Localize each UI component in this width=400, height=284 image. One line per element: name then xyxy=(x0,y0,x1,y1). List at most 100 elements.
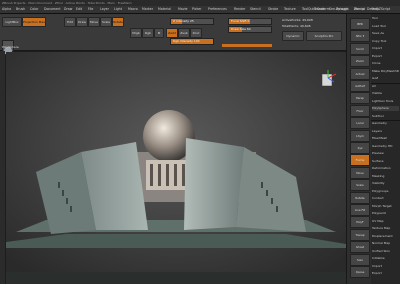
sculptris-pro-button[interactable]: Sculptris Pro xyxy=(306,31,342,41)
menu-item[interactable]: Material xyxy=(158,6,171,13)
shelf-button[interactable]: Solo xyxy=(350,253,370,266)
rgb-button[interactable]: Rgb xyxy=(142,28,154,38)
tray-item[interactable]: PolySphere xyxy=(372,106,399,111)
tray-item[interactable]: Visible xyxy=(372,91,399,96)
shelf-button[interactable]: Scale xyxy=(350,179,370,192)
shelf-button[interactable]: BPR xyxy=(350,18,370,30)
mrgb-button[interactable]: Mrgb xyxy=(130,28,142,38)
m-button[interactable]: M xyxy=(154,28,164,38)
menu-right-item[interactable]: See-through xyxy=(329,6,349,13)
tray-item[interactable]: Export xyxy=(372,54,399,59)
tray-item[interactable]: Masking xyxy=(372,174,399,179)
shelf-button[interactable]: Persp xyxy=(350,92,370,105)
menu-right-item[interactable]: Menus xyxy=(354,6,364,13)
zcut-button[interactable]: Zcut xyxy=(190,28,202,38)
z-intensity-slider[interactable]: Z Intensity 25 xyxy=(170,18,214,25)
tray-item[interactable]: Initialize xyxy=(372,256,399,261)
tray-item[interactable]: FiberMesh xyxy=(372,136,399,141)
tray-item[interactable]: Contact xyxy=(372,196,399,201)
rotate-button[interactable]: Rotate xyxy=(112,17,124,27)
tray-item[interactable]: Texture Map xyxy=(372,226,399,231)
shelf-button[interactable]: Xyz xyxy=(350,142,370,154)
tray-item[interactable]: Geometry HD xyxy=(372,144,399,149)
tray-item[interactable]: Make PolyMesh3D xyxy=(372,69,399,74)
shelf-button[interactable]: AAHalf xyxy=(350,80,370,92)
tray-item[interactable]: Copy Tool xyxy=(372,39,399,44)
focal-shift-slider[interactable]: Focal Shift 0 xyxy=(228,18,272,25)
menu-item[interactable]: Layer xyxy=(100,6,109,13)
tray-item[interactable]: Clone xyxy=(372,61,399,66)
navigation-gizmo[interactable] xyxy=(318,68,338,88)
shelf-button[interactable]: Transp xyxy=(350,228,370,241)
shelf-button[interactable]: Local xyxy=(350,117,370,130)
shelf-button[interactable]: Ghost xyxy=(350,241,370,254)
shelf-button[interactable]: LSym xyxy=(350,129,370,142)
shelf-button[interactable]: Xpose xyxy=(350,266,370,278)
menu-item[interactable]: Movie xyxy=(178,6,187,13)
menu-item[interactable]: Stroke xyxy=(268,6,278,13)
tray-item[interactable]: Deformation xyxy=(372,166,399,171)
tray-item[interactable]: UV Map xyxy=(372,219,399,224)
draw-button[interactable]: Draw xyxy=(76,17,88,27)
tray-item[interactable]: SubTool xyxy=(372,114,399,119)
projection-master-button[interactable]: Projection Master xyxy=(22,17,46,27)
shelf-button[interactable]: PolyF xyxy=(350,216,370,229)
tray-item[interactable]: GoZ xyxy=(372,76,399,81)
menu-item[interactable]: Edit xyxy=(76,6,82,13)
menu-item[interactable]: Texture xyxy=(284,6,296,13)
tray-item[interactable]: Preview xyxy=(372,151,399,156)
draw-size-slider[interactable]: Draw Size 64 xyxy=(228,26,272,33)
zsub-button[interactable]: Zsub xyxy=(178,28,190,38)
scale-button[interactable]: Scale xyxy=(100,17,112,27)
menu-item[interactable]: Document xyxy=(44,6,61,13)
tray-item[interactable]: Polypaint xyxy=(372,211,399,216)
shelf-button[interactable]: Move xyxy=(350,166,370,179)
tray-item[interactable]: Export xyxy=(372,271,399,276)
menu-item[interactable]: Preferences xyxy=(208,6,227,13)
dynamic-button[interactable]: Dynamic xyxy=(282,31,304,41)
tray-item[interactable]: Displacement xyxy=(372,234,399,239)
shelf-button[interactable]: Rotate xyxy=(350,191,370,204)
tray-item[interactable]: Lightbox Tools xyxy=(372,99,399,104)
shelf-button[interactable]: Scroll xyxy=(350,42,370,55)
tray-item[interactable]: Polygroups xyxy=(372,189,399,194)
menu-item[interactable]: Marker xyxy=(142,6,153,13)
menu-item[interactable]: Picker xyxy=(192,6,202,13)
menu-item[interactable]: File xyxy=(88,6,93,13)
menu-item[interactable]: Macro xyxy=(128,6,138,13)
tray-item[interactable]: Visibility xyxy=(372,181,399,186)
menu-item[interactable]: Stencil xyxy=(250,6,261,13)
menu-item[interactable]: Render xyxy=(234,6,245,13)
menu-item[interactable]: Brush xyxy=(16,6,25,13)
tray-item[interactable]: Normal Map xyxy=(372,241,399,246)
menu-item[interactable]: Color xyxy=(30,6,38,13)
shelf-button[interactable]: Floor xyxy=(350,104,370,117)
tray-item[interactable]: All xyxy=(372,84,399,89)
edit-button[interactable]: Edit xyxy=(64,17,76,27)
tray-item[interactable]: Tool xyxy=(372,16,399,21)
menu-item[interactable]: Alpha xyxy=(2,6,11,13)
shelf-button[interactable]: SPix 3 xyxy=(350,30,370,43)
tray-item[interactable]: Import xyxy=(372,264,399,269)
shelf-button[interactable]: Frame xyxy=(350,154,370,167)
move-button[interactable]: Move xyxy=(88,17,100,27)
tray-item[interactable]: Surface xyxy=(372,159,399,164)
tray-item[interactable]: Layers xyxy=(372,129,399,134)
menu-item[interactable]: Draw xyxy=(64,6,72,13)
zadd-button[interactable]: Zadd xyxy=(166,28,178,38)
menu-right-item[interactable]: QuickSave xyxy=(308,6,325,13)
tray-item[interactable]: Save As xyxy=(372,31,399,36)
canvas-viewport[interactable] xyxy=(6,52,346,284)
tray-item[interactable]: Import xyxy=(372,46,399,51)
shelf-button[interactable]: Actual xyxy=(350,67,370,80)
shelf-button[interactable]: Zoom xyxy=(350,55,370,68)
shelf-button[interactable]: Line Fill xyxy=(350,204,370,216)
menu-item[interactable]: Light xyxy=(114,6,122,13)
lightbox-button[interactable]: LightBox xyxy=(2,17,22,27)
tray-item[interactable]: Geometry xyxy=(372,121,399,126)
tray-item[interactable]: Load Tool xyxy=(372,24,399,29)
menu-right-item[interactable]: DefaultZScript xyxy=(367,6,390,13)
rgb-intensity-slider[interactable]: Rgb Intensity 100 xyxy=(170,38,214,45)
tray-item[interactable]: Unified Skin xyxy=(372,249,399,254)
tray-item[interactable]: Morph Target xyxy=(372,204,399,209)
